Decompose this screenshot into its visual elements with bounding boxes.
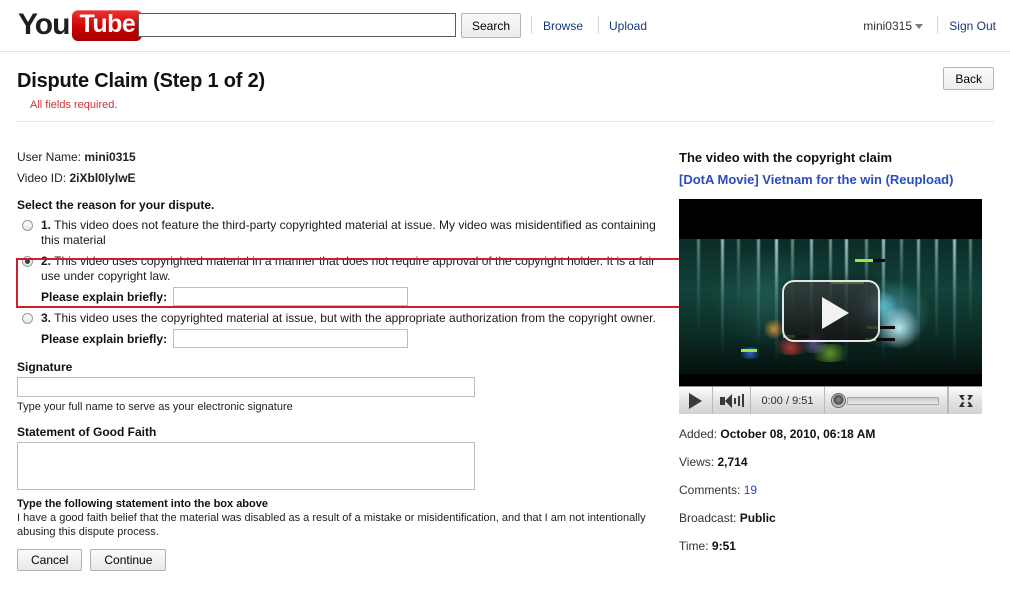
- page-root: You Tube Search Browse Upload mini0315 S…: [0, 0, 1010, 600]
- good-faith-statement: I have a good faith belief that the mate…: [17, 512, 646, 538]
- broadcast-value: Public: [739, 511, 776, 525]
- option-2-explain-row: Please explain briefly:: [17, 287, 677, 306]
- option-3-number: 3.: [41, 311, 52, 325]
- user-name-row: User Name: mini0315: [17, 150, 677, 165]
- nav-separator-1: [531, 16, 532, 34]
- signature-input[interactable]: [17, 377, 475, 397]
- signature-label: Signature: [17, 360, 73, 374]
- site-header: You Tube Search Browse Upload mini0315 S…: [0, 0, 1010, 52]
- good-faith-textarea[interactable]: [17, 442, 475, 490]
- option-3-explain-input[interactable]: [173, 329, 409, 348]
- option-1-number: 1.: [41, 218, 52, 232]
- views-value: 2,714: [717, 455, 748, 469]
- option-2-explain-input[interactable]: [173, 287, 409, 306]
- progress-knob[interactable]: [831, 393, 846, 408]
- option-2-text: This video uses copyrighted material in …: [41, 254, 656, 283]
- user-name-label: User Name:: [17, 150, 82, 164]
- comments-label: Comments:: [679, 483, 741, 497]
- play-button[interactable]: [679, 386, 713, 414]
- added-value: October 08, 2010, 06:18 AM: [720, 427, 876, 441]
- video-info-added: Added: October 08, 2010, 06:18 AM: [679, 427, 989, 442]
- option-2-number: 2.: [41, 254, 52, 268]
- volume-button[interactable]: [713, 386, 751, 414]
- signature-hint: Type your full name to serve as your ele…: [17, 401, 293, 413]
- option-2-explain-label: Please explain briefly:: [41, 289, 168, 304]
- nav-separator-2: [598, 16, 599, 34]
- video-player[interactable]: 0:00 / 9:51: [679, 199, 982, 414]
- all-fields-required-note: All fields required.: [30, 99, 118, 111]
- sign-out-link[interactable]: Sign Out: [949, 19, 996, 33]
- player-controls: 0:00 / 9:51: [679, 386, 982, 414]
- chevron-down-icon[interactable]: [915, 24, 923, 29]
- back-button[interactable]: Back: [943, 67, 994, 90]
- option-3-text: This video uses the copyrighted material…: [54, 311, 656, 325]
- title-divider: [16, 121, 994, 122]
- fullscreen-icon: [958, 394, 973, 407]
- broadcast-label: Broadcast:: [679, 511, 737, 525]
- time-value: 9:51: [711, 539, 736, 553]
- option-1-text: This video does not feature the third-pa…: [41, 218, 656, 247]
- youtube-logo[interactable]: You Tube: [18, 8, 143, 42]
- video-info-comments: Comments: 19: [679, 483, 989, 498]
- added-label: Added:: [679, 427, 718, 441]
- continue-button[interactable]: Continue: [90, 549, 167, 571]
- progress-scrubber[interactable]: [825, 386, 948, 414]
- reason-heading: Select the reason for your dispute.: [17, 198, 215, 212]
- radio-option-3[interactable]: [22, 313, 33, 324]
- logo-tube-text: Tube: [72, 9, 143, 41]
- video-info-broadcast: Broadcast: Public: [679, 511, 989, 526]
- search-button[interactable]: Search: [461, 13, 522, 38]
- dispute-option-1[interactable]: 1. This video does not feature the third…: [17, 218, 672, 248]
- cancel-button[interactable]: Cancel: [17, 549, 83, 571]
- play-icon: [689, 392, 702, 409]
- video-id-row: Video ID: 2iXbl0lylwE: [17, 171, 677, 186]
- dispute-option-3[interactable]: 3. This video uses the copyrighted mater…: [17, 311, 672, 326]
- option-3-explain-row: Please explain briefly:: [17, 329, 677, 348]
- play-triangle-icon: [822, 297, 849, 329]
- nav-separator-3: [937, 16, 938, 34]
- dispute-option-2[interactable]: 2. This video uses copyrighted material …: [17, 254, 672, 284]
- radio-option-2[interactable]: [22, 256, 33, 267]
- form-actions: Cancel Continue: [17, 549, 677, 571]
- radio-option-1[interactable]: [22, 220, 33, 231]
- video-info-views: Views: 2,714: [679, 455, 989, 470]
- page-title: Dispute Claim (Step 1 of 2): [17, 70, 265, 92]
- views-label: Views:: [679, 455, 715, 469]
- video-id-label: Video ID:: [17, 171, 67, 185]
- video-section-heading: The video with the copyright claim: [679, 150, 893, 165]
- good-faith-instruction: Type the following statement into the bo…: [17, 498, 268, 510]
- play-overlay-button[interactable]: [782, 280, 880, 342]
- time-label: Time:: [679, 539, 709, 553]
- account-menu-label[interactable]: mini0315: [863, 19, 912, 33]
- fullscreen-button[interactable]: [948, 386, 982, 414]
- dispute-form: User Name: mini0315 Video ID: 2iXbl0lylw…: [17, 150, 677, 571]
- upload-link[interactable]: Upload: [609, 19, 647, 33]
- progress-track[interactable]: [847, 396, 939, 405]
- video-sidebar: The video with the copyright claim [DotA…: [679, 150, 989, 554]
- option-3-explain-label: Please explain briefly:: [41, 331, 168, 346]
- logo-you-text: You: [18, 8, 70, 41]
- search-input[interactable]: [138, 13, 456, 37]
- browse-link[interactable]: Browse: [543, 19, 583, 33]
- video-title-link[interactable]: [DotA Movie] Vietnam for the win (Reuplo…: [679, 172, 989, 188]
- video-info-time: Time: 9:51: [679, 539, 989, 554]
- time-display: 0:00 / 9:51: [751, 386, 825, 414]
- video-id-value: 2iXbl0lylwE: [69, 171, 136, 185]
- good-faith-label: Statement of Good Faith: [17, 425, 157, 439]
- user-name-value: mini0315: [84, 150, 136, 164]
- comments-count-link[interactable]: 19: [744, 483, 757, 497]
